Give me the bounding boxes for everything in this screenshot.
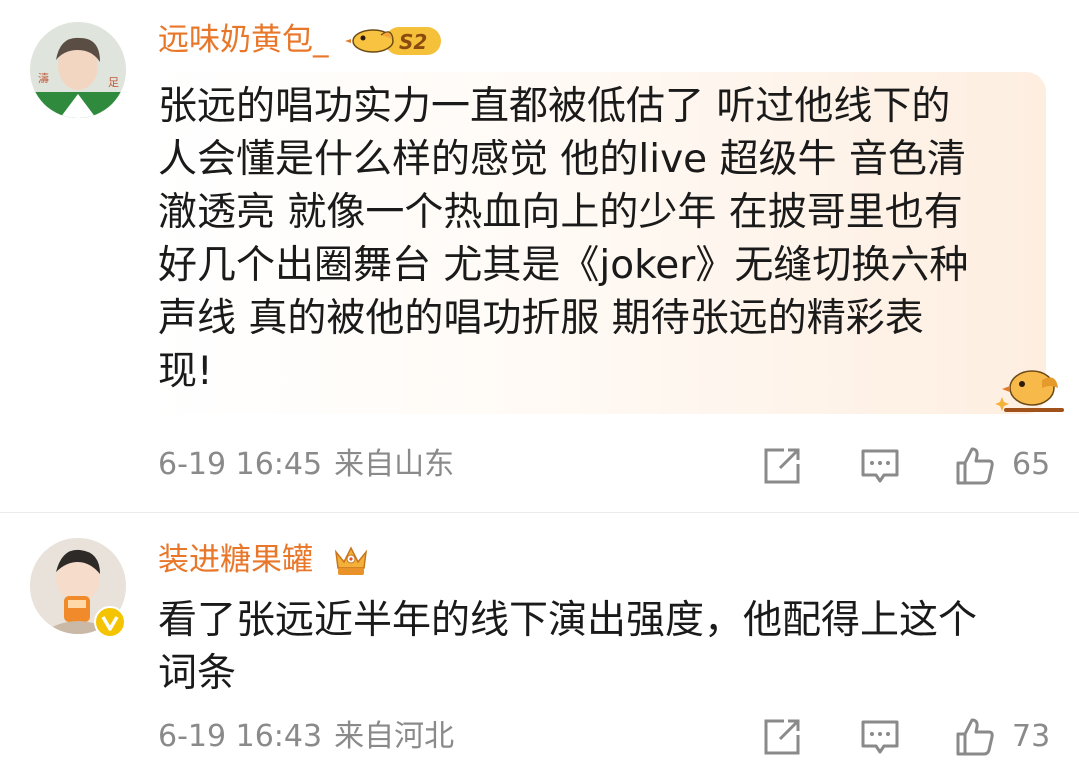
avatar[interactable]: 濤 足 (30, 22, 126, 118)
svg-text:濤: 濤 (38, 71, 49, 85)
comment-item: 装进糖果罐 看了张远近半年的线下演出强度，他配得上这个 词条 6-19 16:4… (0, 512, 1079, 778)
location: 来自河北 (334, 719, 455, 754)
comment-icon[interactable] (860, 717, 900, 757)
comment-text-line: 张远的唱功实力一直都被低估了 听过他线下的 (158, 84, 951, 129)
username[interactable]: 装进糖果罐 (158, 540, 313, 580)
comment-meta: 6-19 16:45 来自山东 (158, 447, 454, 483)
crown-badge-icon[interactable] (332, 542, 370, 578)
like-icon[interactable] (955, 446, 995, 486)
location: 来自山东 (334, 447, 455, 482)
share-icon[interactable] (762, 446, 802, 486)
comment-text-line: 声线 真的被他的唱功折服 期待张远的精彩表 (158, 296, 924, 341)
comment-icon[interactable] (860, 446, 900, 486)
timestamp: 6-19 16:45 (158, 447, 323, 482)
username[interactable]: 远味奶黄包_ (158, 20, 329, 60)
timestamp: 6-19 16:43 (158, 719, 323, 754)
svg-text:足: 足 (108, 76, 119, 89)
like-count: 73 (1012, 719, 1051, 754)
like-count: 65 (1012, 447, 1051, 482)
verified-icon (94, 606, 126, 638)
bird-level-badge-icon[interactable]: S2 (345, 23, 443, 59)
badge-level-text: S2 (399, 30, 427, 54)
bird-decoration-icon (996, 370, 1064, 412)
comment-text-line: 人会懂是什么样的感觉 他的live 超级牛 音色清 (158, 137, 966, 182)
comment-meta: 6-19 16:43 来自河北 (158, 719, 454, 755)
comment-text-line: 看了张远近半年的线下演出强度，他配得上这个 (158, 598, 978, 643)
comment-text: 看了张远近半年的线下演出强度，他配得上这个 词条 (158, 594, 977, 700)
comment-text-line: 现! (158, 349, 213, 394)
comment-text: 张远的唱功实力一直都被低估了 听过他线下的 人会懂是什么样的感觉 他的live … (158, 80, 968, 398)
like-icon[interactable] (955, 717, 995, 757)
share-icon[interactable] (762, 717, 802, 757)
comment-text-line: 好几个出圈舞台 尤其是《joker》无缝切换六种 (158, 243, 969, 288)
comment-item: 濤 足 远味奶黄包_ S2 张远的唱功实力一直都被低估了 听过他线下的 人会懂是… (0, 0, 1079, 512)
comment-text-line: 词条 (158, 651, 237, 696)
comment-text-line: 澈透亮 就像一个热血向上的少年 在披哥里也有 (158, 190, 963, 235)
